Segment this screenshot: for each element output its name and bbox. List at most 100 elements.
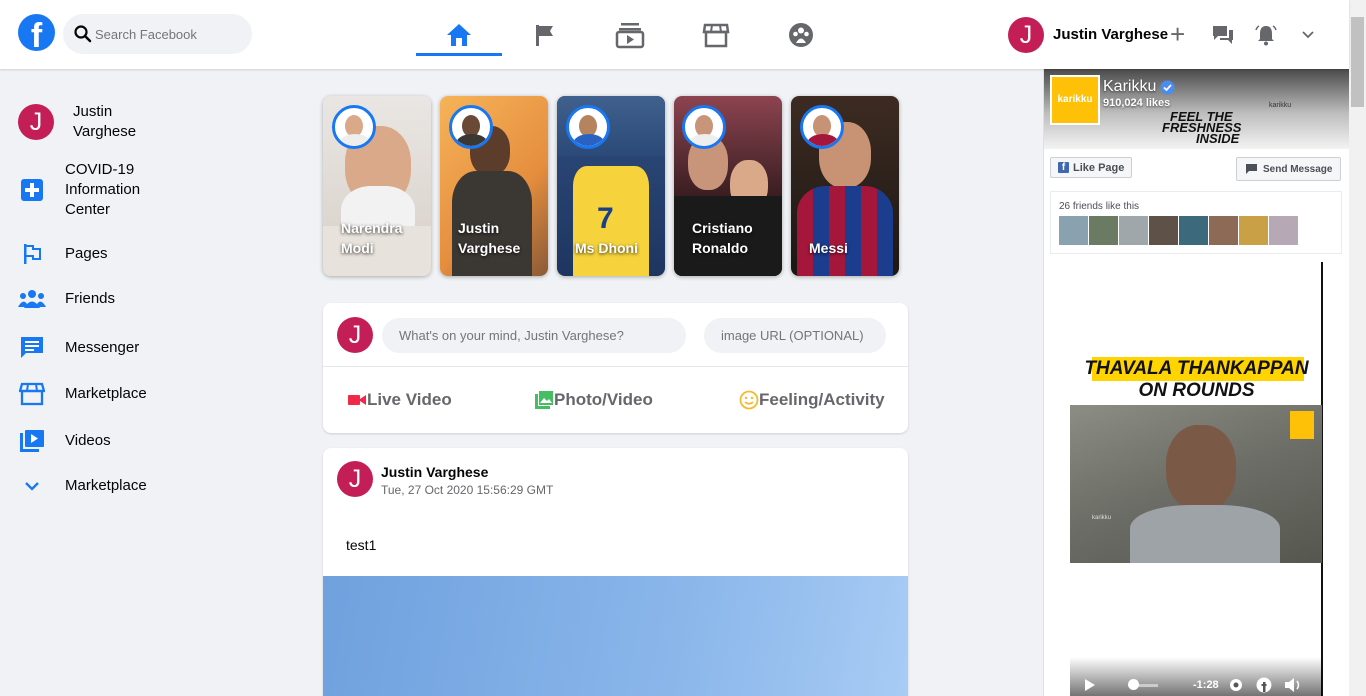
friend-avatar[interactable] <box>1269 216 1298 245</box>
chevron-down-icon <box>1302 30 1314 38</box>
story-avatar <box>449 105 493 149</box>
marketplace-icon <box>702 23 730 47</box>
like-page-button[interactable]: f Like Page <box>1050 157 1133 178</box>
search-input[interactable] <box>95 14 245 54</box>
divider <box>323 366 908 367</box>
video-title-line-1: THAVALA THANKAPPAN <box>1084 358 1309 379</box>
friend-avatar[interactable] <box>1149 216 1178 245</box>
video-camera-icon <box>348 395 366 405</box>
image-url-input[interactable] <box>704 318 886 353</box>
video-watermark: karikku <box>1092 515 1112 521</box>
create-button[interactable]: + <box>1170 0 1185 69</box>
composer-avatar: J <box>337 317 373 353</box>
post-image[interactable] <box>323 576 908 696</box>
header-avatar[interactable]: J <box>1008 16 1044 53</box>
story-name: Narendra Modi <box>341 220 403 256</box>
watch-icon <box>615 22 645 48</box>
settings-gear-icon[interactable] <box>1228 677 1244 693</box>
nav-groups[interactable] <box>758 0 844 69</box>
feeling-activity-button[interactable]: Feeling/Activity <box>739 390 885 410</box>
header-user-name[interactable]: Justin Varghese <box>1053 26 1168 43</box>
story-name: Justin Varghese <box>458 220 521 256</box>
search-box[interactable] <box>63 14 252 54</box>
video-time: -1:28 <box>1193 679 1219 691</box>
groups-icon <box>789 22 813 47</box>
post-text-input[interactable] <box>382 318 686 353</box>
sidebar-item-covid[interactable]: COVID-19 Information Center <box>18 160 165 220</box>
photo-icon <box>535 391 553 409</box>
plus-icon: + <box>1170 19 1186 49</box>
sidebar-user-name: Justin Varghese <box>73 103 137 140</box>
friend-avatar[interactable] <box>1239 216 1268 245</box>
nav-watch[interactable] <box>587 0 673 69</box>
scrollbar-thumb[interactable] <box>1351 17 1364 107</box>
facebook-icon[interactable] <box>1256 677 1272 693</box>
post-author-name[interactable]: Justin Varghese <box>381 464 488 480</box>
friends-icon <box>18 289 46 309</box>
sidebar-item-friends[interactable]: Friends <box>18 289 115 309</box>
messenger-icon <box>18 336 46 360</box>
sidebar-item-label: Marketplace <box>65 477 147 494</box>
message-icon <box>1246 164 1257 174</box>
post-timestamp[interactable]: Tue, 27 Oct 2020 15:56:29 GMT <box>381 483 553 497</box>
photo-video-button[interactable]: Photo/Video <box>534 390 653 410</box>
video-controls: -1:28 <box>1070 657 1322 696</box>
friend-avatar[interactable] <box>1119 216 1148 245</box>
page-name[interactable]: Karikku <box>1103 78 1156 96</box>
story-avatar <box>566 105 610 149</box>
sidebar-item-messenger[interactable]: Messenger <box>18 336 139 360</box>
notifications-button[interactable] <box>1255 0 1277 69</box>
sidebar-item-pages[interactable]: Pages <box>18 242 108 266</box>
video-title: THAVALA THANKAPPAN ON ROUNDS <box>1070 358 1323 402</box>
sidebar-item-label: Videos <box>65 432 111 449</box>
sidebar-profile[interactable]: J Justin Varghese <box>18 102 163 142</box>
like-page-label: Like Page <box>1073 161 1125 174</box>
sidebar-item-videos[interactable]: Videos <box>18 429 111 453</box>
nav-marketplace[interactable] <box>673 0 759 69</box>
send-message-button[interactable]: Send Message <box>1236 157 1342 181</box>
story-card[interactable]: Cristiano Ronaldo <box>674 96 782 276</box>
sidebar-avatar: J <box>18 104 54 140</box>
home-icon <box>447 23 471 46</box>
friend-avatar[interactable] <box>1179 216 1208 245</box>
sidebar-item-see-more[interactable]: Marketplace <box>18 476 147 496</box>
story-avatar <box>682 105 726 149</box>
story-card[interactable]: Justin Varghese <box>440 96 548 276</box>
page-logo[interactable]: karikku <box>1050 75 1100 125</box>
pages-flag-icon <box>18 242 46 266</box>
post-text: test1 <box>346 537 377 553</box>
action-label: Live Video <box>367 390 452 409</box>
story-card[interactable]: 7 Ms Dhoni <box>557 96 665 276</box>
play-icon[interactable] <box>1084 678 1096 692</box>
post-composer: J <box>323 303 908 433</box>
post-author-avatar[interactable]: J <box>337 461 373 497</box>
facebook-logo[interactable]: f <box>18 14 55 51</box>
story-avatar <box>332 105 376 149</box>
story-card[interactable]: Messi <box>791 96 899 276</box>
video-progress-handle[interactable] <box>1128 679 1139 690</box>
sidebar-item-label: Pages <box>65 245 108 262</box>
friend-avatar[interactable] <box>1059 216 1088 245</box>
post-card: J Justin Varghese Tue, 27 Oct 2020 15:56… <box>323 448 908 696</box>
volume-icon[interactable] <box>1284 677 1302 693</box>
live-video-button[interactable]: Live Video <box>347 390 452 410</box>
nav-pages[interactable] <box>502 0 588 69</box>
story-name: Messi <box>809 240 848 256</box>
messenger-button[interactable] <box>1212 0 1234 69</box>
account-menu-button[interactable] <box>1300 0 1316 69</box>
friend-avatar[interactable] <box>1209 216 1238 245</box>
pages-flag-icon <box>536 24 553 46</box>
action-label: Photo/Video <box>554 390 653 409</box>
cover-brand: karikku <box>1269 102 1292 109</box>
story-name: Ms Dhoni <box>575 240 638 256</box>
sidebar-item-marketplace[interactable]: Marketplace <box>18 382 147 406</box>
top-navigation-bar: f J Justin Varghese + <box>0 0 1349 69</box>
story-card[interactable]: Narendra Modi <box>323 96 431 276</box>
page-title-row: Karikku <box>1103 78 1175 96</box>
video-person <box>1166 425 1236 511</box>
nav-home[interactable] <box>416 0 502 69</box>
friend-avatar[interactable] <box>1089 216 1118 245</box>
chat-icon <box>1213 25 1233 44</box>
video-frame[interactable]: karikku <box>1070 405 1322 563</box>
header-profile[interactable]: J Justin Varghese <box>1008 0 1168 69</box>
